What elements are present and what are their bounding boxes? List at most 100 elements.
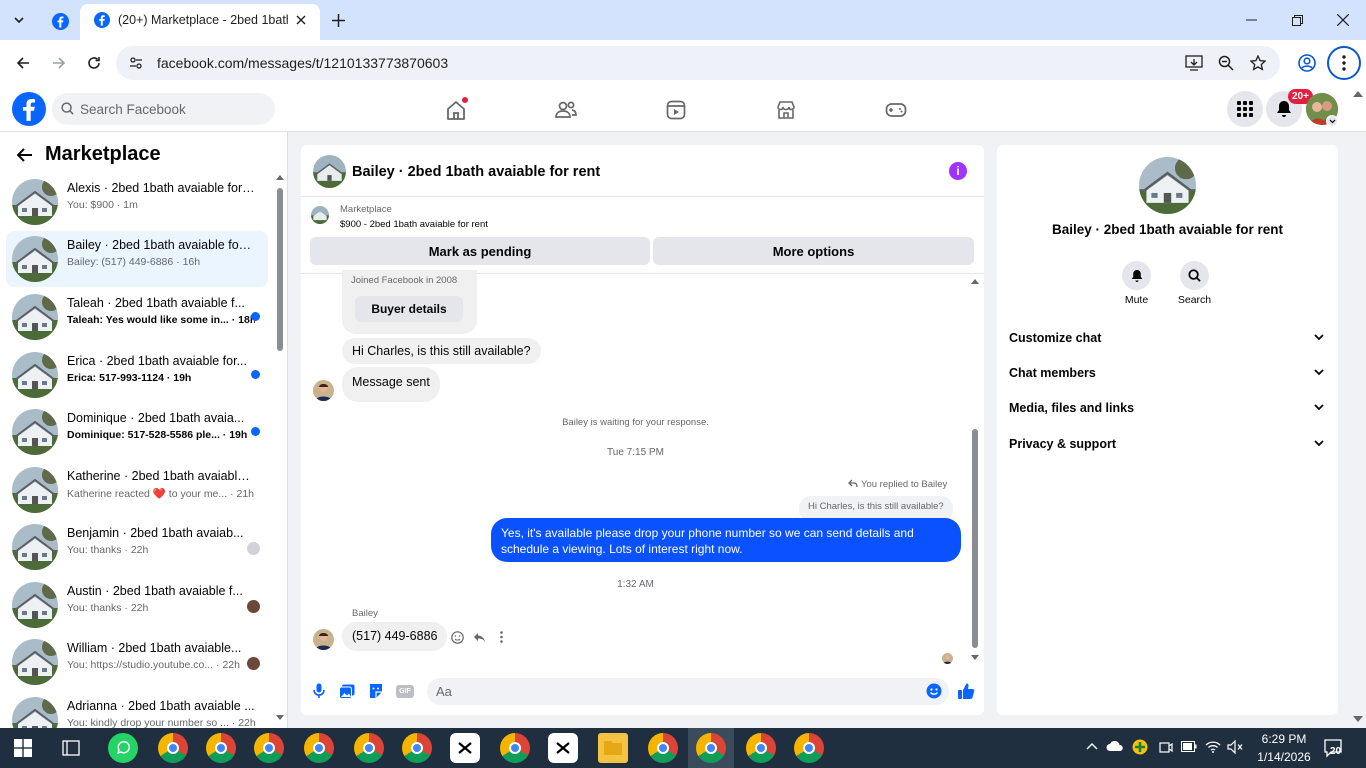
bailey-avatar[interactable] — [313, 380, 334, 401]
install-app-icon[interactable] — [1183, 53, 1205, 73]
menu-grid-icon[interactable] — [1227, 91, 1263, 127]
zoom-icon[interactable] — [1215, 53, 1237, 73]
scrollbar-thumb[interactable] — [277, 188, 283, 351]
chevron-down-icon[interactable] — [1314, 369, 1324, 376]
nav-gaming-icon[interactable] — [879, 96, 913, 124]
chat-title[interactable]: Bailey · 2bed 1bath avaiable for rent — [352, 164, 600, 180]
chevron-down-icon[interactable] — [1314, 440, 1324, 447]
nav-video-icon[interactable] — [659, 96, 693, 124]
chrome-window-2-icon[interactable] — [746, 733, 776, 763]
capcut-2-icon[interactable] — [548, 733, 578, 763]
conversation-item[interactable]: Bailey · 2bed 1bath avaiable for ... Bail… — [6, 231, 268, 287]
bailey-avatar[interactable] — [313, 629, 334, 650]
more-vertical-icon[interactable] — [494, 629, 508, 645]
chrome-window-3-icon[interactable] — [794, 733, 824, 763]
pinned-tab-facebook[interactable] — [40, 6, 80, 36]
react-smiley-icon[interactable] — [449, 629, 465, 645]
task-view-icon[interactable] — [62, 740, 80, 756]
capcut-icon[interactable] — [450, 733, 480, 763]
message-composer-input[interactable] — [427, 678, 949, 705]
tab-search-button[interactable] — [6, 8, 32, 32]
new-tab-plus-icon[interactable] — [327, 9, 349, 31]
conversation-item[interactable]: Austin · 2bed 1bath avaiable f... You: th… — [6, 577, 268, 633]
chrome-window-active-icon[interactable] — [696, 733, 726, 763]
whatsapp-icon[interactable] — [108, 733, 138, 763]
tab-close-icon[interactable] — [292, 11, 310, 29]
onedrive-cloud-icon[interactable] — [1106, 740, 1124, 752]
conversation-item[interactable]: Alexis · 2bed 1bath avaiable for ... You:… — [6, 174, 268, 230]
conversation-item[interactable]: Benjamin · 2bed 1bath avaiab... You: than… — [6, 519, 268, 575]
conversation-item[interactable]: Katherine · 2bed 1bath avaiable ... Kathe… — [6, 462, 268, 518]
scroll-down-arrow-icon[interactable] — [276, 715, 284, 720]
forward-arrow-icon[interactable] — [48, 52, 70, 74]
microphone-icon[interactable] — [310, 682, 328, 700]
battery-icon[interactable] — [1181, 741, 1197, 752]
conversation-item[interactable]: Taleah · 2bed 1bath avaiable f... Taleah:… — [6, 289, 268, 345]
media-files-links-section[interactable]: Media, files and links — [1009, 401, 1329, 415]
facebook-logo-icon[interactable] — [12, 92, 46, 126]
mark-as-pending-button[interactable]: Mark as pending — [310, 237, 650, 265]
chrome-profile-z-icon[interactable] — [206, 733, 236, 763]
privacy-support-section[interactable]: Privacy & support — [1009, 437, 1329, 451]
chrome-icon[interactable] — [254, 733, 284, 763]
restore-icon[interactable] — [1286, 10, 1308, 30]
incoming-message-bubble[interactable]: Hi Charles, is this still available? — [342, 338, 541, 364]
nav-marketplace-icon[interactable] — [769, 96, 803, 124]
wifi-icon[interactable] — [1205, 740, 1221, 753]
search-label[interactable]: Search — [1170, 294, 1219, 306]
tray-app-icon[interactable] — [1132, 739, 1148, 755]
chat-header-avatar[interactable] — [313, 155, 346, 188]
reload-icon[interactable] — [83, 52, 105, 74]
thumbs-up-icon[interactable] — [955, 680, 977, 702]
listing-thumbnail[interactable] — [311, 206, 329, 224]
window-close-icon[interactable] — [1332, 10, 1354, 30]
back-arrow-icon[interactable] — [12, 52, 34, 74]
contact-avatar[interactable] — [1139, 157, 1196, 214]
browser-menu-icon[interactable] — [1327, 46, 1361, 80]
conversation-item[interactable]: Erica · 2bed 1bath avaiable for... Erica:… — [6, 347, 268, 403]
conversation-search-icon[interactable] — [1180, 261, 1209, 290]
volume-muted-icon[interactable] — [1227, 740, 1243, 754]
mute-bell-icon[interactable] — [1122, 261, 1151, 290]
bookmark-star-icon[interactable] — [1247, 53, 1269, 73]
tray-chevron-up-icon[interactable] — [1086, 742, 1098, 750]
chat-members-section[interactable]: Chat members — [1009, 366, 1329, 380]
conversation-item[interactable]: William · 2bed 1bath avaiable... You: htt… — [6, 634, 268, 690]
page-scroll-down-icon[interactable] — [1353, 716, 1363, 722]
scroll-up-arrow-icon[interactable] — [276, 175, 284, 180]
chrome-profile-a-icon[interactable] — [500, 733, 530, 763]
conversation-item[interactable]: Dominique · 2bed 1bath avaia... Dominique… — [6, 404, 268, 460]
back-arrow-icon[interactable] — [14, 145, 36, 165]
nav-friends-icon[interactable] — [549, 96, 583, 124]
reply-icon[interactable] — [471, 629, 487, 645]
profile-icon[interactable] — [1296, 52, 1318, 74]
clock-date[interactable]: 1/14/2026 — [1254, 750, 1314, 764]
clock-time[interactable]: 6:29 PM — [1254, 732, 1314, 746]
scroll-up-arrow-icon[interactable] — [971, 279, 979, 284]
sticker-icon[interactable] — [367, 682, 385, 700]
chrome-profile-h-icon[interactable] — [402, 733, 432, 763]
minimize-icon[interactable] — [1240, 10, 1262, 30]
meet-now-icon[interactable] — [1159, 740, 1173, 754]
scroll-down-arrow-icon[interactable] — [971, 655, 979, 660]
listing-description[interactable]: $900 - 2bed 1bath avaiable for rent — [340, 219, 488, 230]
windows-start-icon[interactable] — [14, 739, 32, 757]
outgoing-message-bubble[interactable]: Yes, it's available please drop your pho… — [491, 518, 961, 562]
account-chevron-icon[interactable] — [1326, 115, 1338, 127]
chevron-down-icon[interactable] — [1314, 334, 1324, 341]
chat-scrollbar[interactable] — [970, 279, 980, 663]
photo-icon[interactable] — [338, 682, 356, 700]
chat-info-icon[interactable]: i — [949, 162, 967, 180]
incoming-message-bubble[interactable]: Message sent — [342, 367, 440, 402]
customize-chat-section[interactable]: Customize chat — [1009, 331, 1329, 345]
chrome-profile-u-icon[interactable] — [354, 733, 384, 763]
chrome-profile-ch-icon[interactable] — [304, 733, 334, 763]
chrome-profile-icon[interactable] — [158, 733, 188, 763]
gif-icon[interactable]: GIF — [395, 683, 415, 699]
more-options-button[interactable]: More options — [653, 237, 974, 265]
emoji-icon[interactable] — [925, 682, 943, 700]
mute-label[interactable]: Mute — [1112, 294, 1161, 306]
site-info-icon[interactable] — [126, 53, 146, 73]
file-explorer-icon[interactable] — [598, 733, 628, 763]
page-scroll-up-icon[interactable] — [1353, 91, 1363, 97]
